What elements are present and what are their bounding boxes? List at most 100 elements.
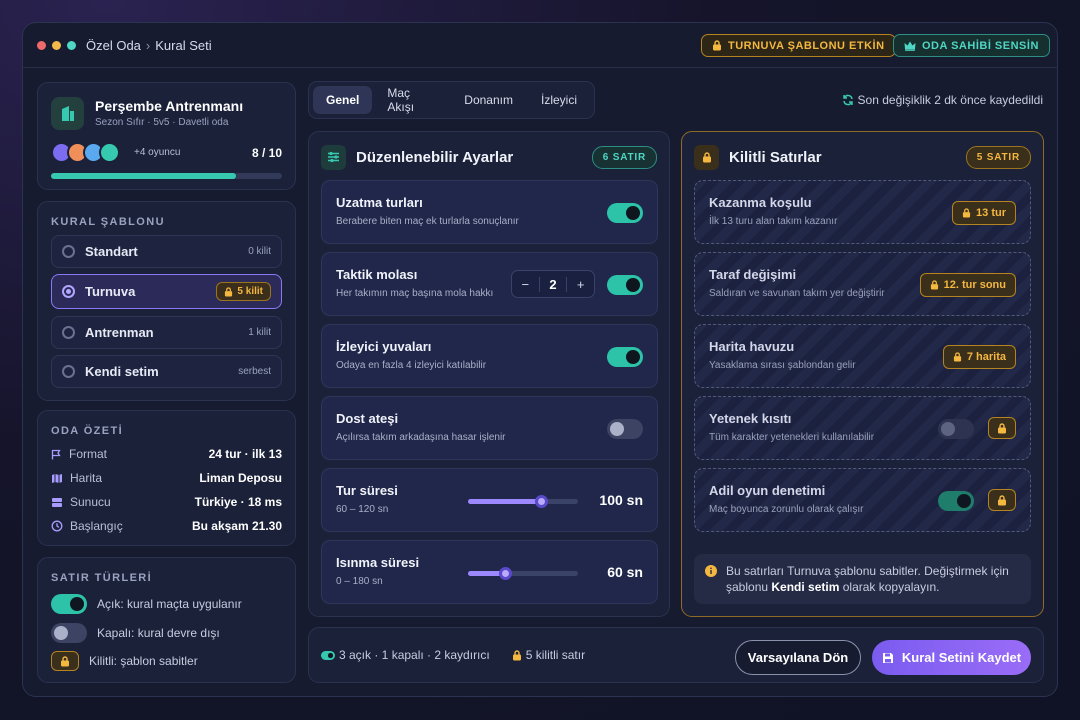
locked-value-badge: 7 harita <box>942 345 1016 369</box>
save-status-text: Son değişiklik 2 dk önce kaydedildi <box>857 93 1043 107</box>
close-window-dot[interactable] <box>37 40 46 50</box>
lock-sample <box>51 651 79 671</box>
summary-value: Türkiye · 18 ms <box>194 495 282 509</box>
info-icon <box>705 565 717 577</box>
toggle-off-sample <box>51 623 87 643</box>
lock-icon <box>225 286 233 296</box>
locked-title: Kazanma koşulu <box>709 195 812 210</box>
editable-settings-panel: Düzenlenebilir Ayarlar 6 SATIR Uzatma tu… <box>308 131 670 617</box>
spectator-toggle[interactable] <box>607 347 643 367</box>
lock-icon <box>694 144 719 170</box>
tactical-timeout-toggle[interactable] <box>607 275 643 295</box>
locked-row-map-pool: Harita havuzu Yasaklama sırası şablondan… <box>694 324 1031 388</box>
crown-icon <box>904 41 916 51</box>
setting-title: İzleyici yuvaları <box>336 339 432 354</box>
locked-row-ability-limit: Yetenek kısıtı Tüm karakter yetenekleri … <box>694 396 1031 460</box>
template-option-kendi-setim[interactable]: Kendi setim serbest <box>51 355 282 388</box>
legend-locked-label: Kilitli: şablon sabitler <box>89 654 198 668</box>
slider-fill <box>468 499 542 504</box>
overtime-toggle[interactable] <box>607 203 643 223</box>
team-meta: Sezon Sıfır · 5v5 · Davetli oda <box>95 117 229 128</box>
radio-icon <box>62 245 75 258</box>
summary-row-server: Sunucu Türkiye · 18 ms <box>51 493 282 511</box>
round-time-slider[interactable] <box>468 495 578 508</box>
stepper-value[interactable]: 2 <box>538 276 568 292</box>
setting-subtitle: 0 – 180 sn <box>336 576 383 587</box>
template-heading: KURAL ŞABLONU <box>51 216 165 228</box>
template-option-meta: 0 kilit <box>248 246 271 257</box>
note-text-bold: Kendi setim <box>771 580 840 594</box>
setting-subtitle: 60 – 120 sn <box>336 504 389 515</box>
maximize-window-dot[interactable] <box>67 40 76 50</box>
setting-title: Taktik molası <box>336 267 418 282</box>
template-active-label: TURNUVA ŞABLONU ETKİN <box>728 39 885 52</box>
editable-count-badge: 6 SATIR <box>591 145 657 169</box>
locked-row-fair-play: Adil oyun denetimi Maç boyunca zorunlu o… <box>694 468 1031 532</box>
room-owner-label: ODA SAHİBİ SENSİN <box>922 39 1039 52</box>
slider-thumb[interactable] <box>498 567 512 580</box>
template-panel: KURAL ŞABLONU Standart 0 kilit Turnuva 5… <box>37 201 296 401</box>
locked-title: Yetenek kısıtı <box>709 411 792 426</box>
warmup-time-slider[interactable] <box>468 567 578 580</box>
row-types-legend: SATIR TÜRLERİ Açık: kural maçta uygulanı… <box>37 557 296 683</box>
setting-subtitle: Berabere biten maç ek turlarla sonuçlanı… <box>336 216 519 227</box>
decrement-button[interactable]: − <box>512 277 539 292</box>
setting-subtitle: Açılırsa takım arkadaşına hasar işlenir <box>336 432 506 443</box>
lock-icon <box>962 208 971 218</box>
extra-players: +4 oyuncu <box>134 147 181 158</box>
setting-title: Tur süresi <box>336 483 398 498</box>
room-summary-panel: ODA ÖZETİ Format 24 tur · ilk 13 Harita … <box>37 410 296 546</box>
tab-genel[interactable]: Genel <box>313 86 373 114</box>
breadcrumb-separator: › <box>145 37 151 53</box>
summary-key: Harita <box>70 471 103 485</box>
setting-title: Dost ateşi <box>336 411 399 426</box>
team-icon <box>51 97 84 130</box>
avatar[interactable] <box>99 142 120 163</box>
lock-icon <box>988 489 1016 511</box>
radio-icon <box>62 365 75 378</box>
tab-mac-akisi[interactable]: Maç Akışı <box>374 79 449 121</box>
sliders-icon <box>321 144 346 170</box>
legend-row-on: Açık: kural maçta uygulanır <box>51 594 242 614</box>
locked-subtitle: Saldıran ve savunan takım yer değiştirir <box>709 288 885 299</box>
setting-row-warmup-time: Isınma süresi 0 – 180 sn 60 sn <box>321 540 658 604</box>
template-option-turnuva[interactable]: Turnuva 5 kilit <box>51 274 282 309</box>
lock-icon <box>713 40 721 51</box>
summary-heading: ODA ÖZETİ <box>51 425 124 437</box>
legend-row-locked: Kilitli: şablon sabitler <box>51 651 198 671</box>
player-progress-bar <box>51 173 282 179</box>
footer-stats: 3 açık · 1 kapalı · 2 kaydırıcı 5 kilitl… <box>321 648 585 662</box>
lock-count-badge: 5 kilit <box>216 282 271 301</box>
lock-icon <box>988 417 1016 439</box>
setting-subtitle: Her takımın maç başına mola hakkı <box>336 288 494 299</box>
template-active-badge: TURNUVA ŞABLONU ETKİN <box>701 34 896 57</box>
save-ruleset-button[interactable]: Kural Setini Kaydet <box>872 640 1031 675</box>
summary-key: Format <box>69 447 108 461</box>
friendly-fire-toggle[interactable] <box>607 419 643 439</box>
locked-count-badge: 5 SATIR <box>965 145 1031 169</box>
reset-defaults-button[interactable]: Varsayılana Dön <box>735 640 861 675</box>
settings-tabs: Genel Maç Akışı Donanım İzleyici <box>308 81 595 119</box>
summary-value: Liman Deposu <box>199 471 282 485</box>
lock-icon <box>512 649 521 660</box>
tab-izleyici[interactable]: İzleyici <box>528 86 590 114</box>
template-option-standart[interactable]: Standart 0 kilit <box>51 235 282 268</box>
ability-limit-toggle-disabled <box>938 419 974 439</box>
locked-subtitle: İlk 13 turu alan takım kazanır <box>709 216 838 227</box>
lock-icon <box>953 352 961 362</box>
avatar-stack[interactable] <box>51 142 131 164</box>
map-icon <box>52 473 62 483</box>
breadcrumb-room[interactable]: Özel Oda <box>86 38 141 53</box>
minimize-window-dot[interactable] <box>52 40 61 50</box>
slider-value: 100 sn <box>599 492 643 508</box>
template-option-antrenman[interactable]: Antrenman 1 kilit <box>51 316 282 349</box>
team-card: Perşembe Antrenmanı Sezon Sıfır · 5v5 · … <box>37 82 296 190</box>
clock-icon <box>51 520 63 532</box>
tab-donanim[interactable]: Donanım <box>451 86 526 114</box>
slider-value: 60 sn <box>607 564 643 580</box>
save-status: Son değişiklik 2 dk önce kaydedildi <box>842 93 1043 107</box>
increment-button[interactable]: + <box>567 277 594 292</box>
locked-title: Harita havuzu <box>709 339 795 354</box>
breadcrumb: Özel Oda › Kural Seti <box>86 38 212 53</box>
slider-thumb[interactable] <box>535 495 549 508</box>
